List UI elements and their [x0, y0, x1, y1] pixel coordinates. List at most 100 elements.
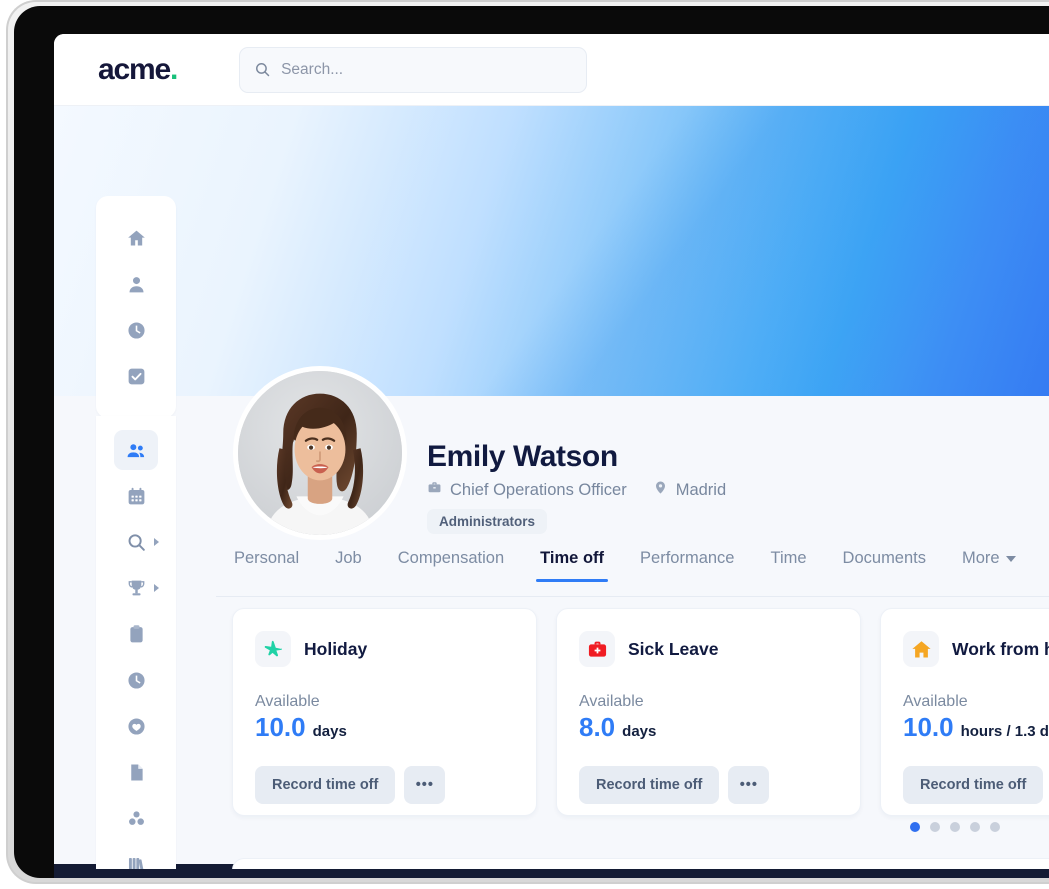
app-window: acme. Search... Emily Watson Chief Opera…: [54, 34, 1049, 869]
sidebar-item-apps[interactable]: [114, 798, 158, 838]
tab-compensation[interactable]: Compensation: [380, 549, 522, 581]
tab-label: Performance: [640, 549, 735, 567]
document-icon: [130, 763, 143, 781]
chevron-right-icon: [154, 584, 159, 592]
home-icon: [127, 230, 145, 245]
search-icon: [254, 61, 271, 78]
sidebar-item-surveys[interactable]: [114, 614, 158, 654]
sidebar-item-home[interactable]: [114, 218, 158, 258]
card-more-options-button[interactable]: •••: [728, 766, 770, 804]
card-header: Sick Leave: [579, 631, 838, 667]
person-icon: [129, 276, 143, 292]
sidebar-item-wellbeing[interactable]: [114, 706, 158, 746]
chevron-right-icon: [154, 538, 159, 546]
checkbox-icon: [128, 368, 144, 384]
tab-label: Compensation: [397, 549, 505, 567]
profile-meta: Chief Operations Officer Madrid: [427, 480, 726, 500]
card-title: Sick Leave: [628, 638, 719, 659]
value-number: 10.0: [903, 712, 954, 742]
value-unit: days: [312, 723, 347, 740]
available-value: 10.0 days: [255, 712, 514, 743]
avatar[interactable]: [233, 366, 407, 540]
card-actions: Record time off •••: [903, 766, 1049, 804]
sidebar-item-tasks[interactable]: [114, 356, 158, 396]
tab-label: Time off: [540, 549, 605, 567]
card-more-options-button[interactable]: •••: [404, 766, 446, 804]
sidebar-item-time[interactable]: [114, 660, 158, 700]
sidebar-rail-lower: [96, 416, 176, 869]
tab-label: Documents: [842, 549, 926, 567]
calendar-icon: [128, 487, 144, 504]
tab-documents[interactable]: Documents: [825, 549, 944, 581]
clipboard-icon: [129, 624, 143, 642]
available-label: Available: [255, 693, 320, 710]
record-time-off-button[interactable]: Record time off: [579, 766, 720, 804]
house-icon: [903, 631, 939, 667]
tab-performance[interactable]: Performance: [622, 549, 752, 581]
available-value: 8.0 days: [579, 712, 838, 743]
sidebar-item-learning[interactable]: [114, 844, 158, 869]
tab-label: Personal: [234, 549, 300, 567]
sidebar-item-time-tracking[interactable]: [114, 310, 158, 350]
job-title-text: Chief Operations Officer: [450, 480, 627, 499]
sidebar-item-people[interactable]: [114, 430, 158, 470]
sidebar-item-documents[interactable]: [114, 752, 158, 792]
tab-time-off[interactable]: Time off: [522, 549, 622, 582]
search-input[interactable]: Search...: [239, 46, 588, 93]
search-icon: [128, 533, 145, 551]
value-number: 10.0: [255, 712, 306, 742]
card-header: Holiday: [255, 631, 514, 667]
value-unit: days: [622, 723, 657, 740]
hero-gradient-overlay: [54, 106, 1049, 396]
card-title: Holiday: [304, 638, 368, 659]
logo-dot: .: [169, 52, 178, 86]
map-pin-icon: [653, 480, 668, 500]
carousel-dot-3[interactable]: [950, 822, 960, 832]
people-icon: [127, 443, 144, 457]
books-icon: [128, 857, 143, 869]
carousel-dot-5[interactable]: [990, 822, 1000, 832]
search-placeholder: Search...: [281, 60, 344, 78]
clock-icon: [127, 321, 145, 339]
record-time-off-button[interactable]: Record time off: [903, 766, 1044, 804]
available-value: 10.0 hours / 1.3 days: [903, 712, 1049, 743]
tab-more[interactable]: More: [944, 549, 1034, 581]
tab-job[interactable]: Job: [317, 549, 380, 581]
sidebar-item-profile[interactable]: [114, 264, 158, 304]
available-label: Available: [579, 693, 644, 710]
value-number: 8.0: [579, 712, 616, 742]
tab-personal[interactable]: Personal: [216, 549, 317, 581]
sidebar-item-performance[interactable]: [114, 568, 159, 608]
carousel-dot-1[interactable]: [910, 822, 920, 832]
page-body: Emily Watson Chief Operations Officer Ma…: [54, 106, 1049, 869]
sidebar-item-calendar[interactable]: [114, 476, 158, 516]
time-off-card-sick-leave: Sick Leave Available 8.0 days Record tim…: [556, 608, 861, 816]
logo-text: acme: [98, 52, 171, 86]
profile-info: Emily Watson Chief Operations Officer Ma…: [427, 440, 726, 534]
tab-label: Time: [770, 549, 807, 567]
briefcase-icon: [427, 480, 442, 500]
carousel-dot-4[interactable]: [970, 822, 980, 832]
top-navigation-bar: acme. Search...: [54, 34, 1049, 106]
sidebar-item-recruitment[interactable]: [114, 522, 159, 562]
requests-panel: Requests Displaying 1 - 5 of 24 in total: [232, 858, 1049, 869]
profile-tabs: Personal Job Compensation Time off Perfo…: [216, 549, 1049, 597]
app-logo[interactable]: acme.: [98, 52, 178, 87]
chevron-down-icon: [1005, 555, 1016, 562]
card-header: Work from home: [903, 631, 1049, 667]
time-off-cards: Holiday Available 10.0 days Record time …: [232, 608, 1049, 816]
tab-label: Job: [335, 549, 362, 567]
card-actions: Record time off •••: [255, 766, 514, 804]
clock-icon: [127, 671, 145, 689]
available-label: Available: [903, 693, 968, 710]
value-unit: hours / 1.3 days: [960, 723, 1049, 740]
device-frame: acme. Search... Emily Watson Chief Opera…: [14, 6, 1049, 878]
carousel-pagination: [910, 822, 1000, 832]
page-title: Emily Watson: [427, 440, 618, 473]
tab-time[interactable]: Time: [752, 549, 824, 581]
record-time-off-button[interactable]: Record time off: [255, 766, 396, 804]
blocks-icon: [128, 810, 144, 825]
status-badge: Administrators: [427, 509, 548, 534]
airplane-icon: [255, 631, 291, 667]
carousel-dot-2[interactable]: [930, 822, 940, 832]
